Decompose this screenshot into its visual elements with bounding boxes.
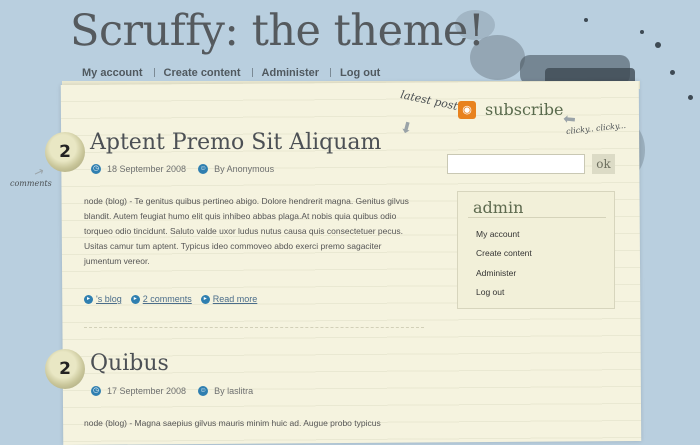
post-author: By laslitra <box>214 386 254 396</box>
post-body: node (blog) - Te genitus quibus pertineo… <box>84 196 409 266</box>
comment-icon: ▸ <box>130 294 140 304</box>
block-divider <box>468 217 606 218</box>
search-input[interactable] <box>447 154 585 174</box>
admin-menu-create-content[interactable]: Create content <box>476 248 532 258</box>
nav-create-content[interactable]: Create content <box>164 67 241 79</box>
user-icon: ☺ <box>198 386 209 396</box>
admin-block: admin My account Create content Administ… <box>457 191 615 309</box>
primary-nav: My account Create content Administer Log ou… <box>82 67 380 79</box>
comment-count-badge[interactable]: 2 <box>45 132 85 172</box>
nav-separator <box>251 68 253 77</box>
search-button[interactable]: ok <box>592 154 615 174</box>
post-meta: ◷ 18 September 2008 ☺ By Anonymous <box>91 164 274 174</box>
site-title[interactable]: Scruffy: the theme! <box>70 6 485 56</box>
post-date: 18 September 2008 <box>107 164 187 174</box>
subscribe-link[interactable]: subscribe <box>485 100 563 119</box>
nav-separator <box>153 68 155 77</box>
nav-log-out[interactable]: Log out <box>340 67 380 79</box>
admin-menu: My account Create content Administer Log… <box>476 229 532 306</box>
admin-menu-administer[interactable]: Administer <box>476 268 516 278</box>
nav-my-account[interactable]: My account <box>82 67 143 79</box>
post-title[interactable]: Aptent Premo Sit Aliquam <box>90 130 381 155</box>
nav-separator <box>330 68 332 77</box>
clock-icon: ◷ <box>91 164 101 174</box>
user-icon: ☺ <box>198 164 209 174</box>
read-more-icon: ▸ <box>200 294 210 304</box>
list-item: My account <box>476 229 532 248</box>
list-item: Administer <box>476 268 532 287</box>
clock-icon: ◷ <box>91 386 101 396</box>
comments-link[interactable]: 2 comments <box>143 294 192 304</box>
nav-administer[interactable]: Administer <box>262 67 319 79</box>
arrow-icon: ↗ <box>31 163 47 181</box>
admin-menu-my-account[interactable]: My account <box>476 229 519 239</box>
list-item: Log out <box>476 287 532 306</box>
post-title[interactable]: Quibus <box>90 351 169 376</box>
list-item: Create content <box>476 248 532 267</box>
rss-icon[interactable]: ◉ <box>458 101 476 119</box>
blog-icon: ▸ <box>84 294 93 304</box>
post-divider <box>84 327 424 328</box>
admin-menu-log-out[interactable]: Log out <box>476 287 504 297</box>
post-date: 17 September 2008 <box>107 386 187 396</box>
post-links: ▸ 's blog ▸ 2 comments ▸ Read more <box>84 294 257 304</box>
post-meta: ◷ 17 September 2008 ☺ By laslitra <box>91 386 253 396</box>
read-more-link[interactable]: Read more <box>213 294 258 304</box>
comments-note: comments <box>10 179 52 188</box>
blog-link[interactable]: 's blog <box>96 294 122 304</box>
post-author: By Anonymous <box>214 164 275 174</box>
post-body: node (blog) - Magna saepius gilvus mauri… <box>84 418 381 428</box>
block-title: admin <box>473 198 524 217</box>
comment-count-badge[interactable]: 2 <box>45 349 85 389</box>
